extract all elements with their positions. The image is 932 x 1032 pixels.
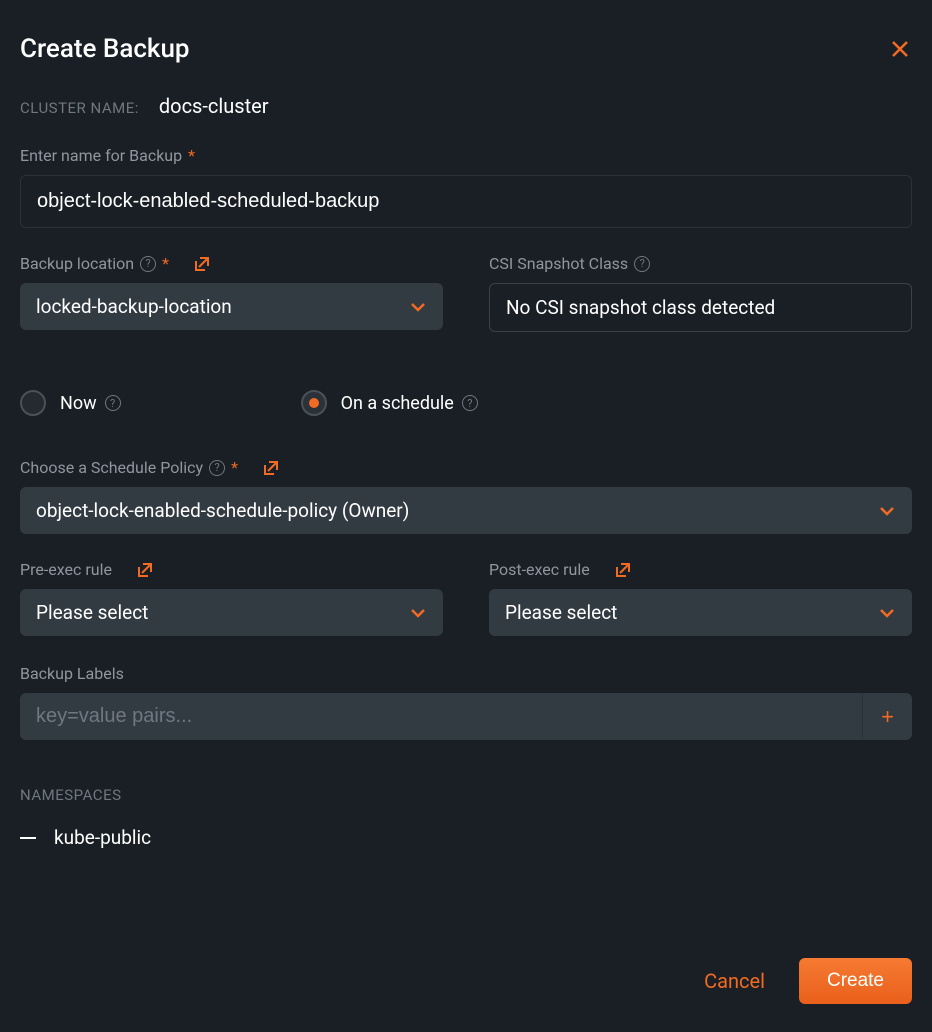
backup-name-input[interactable] — [20, 175, 912, 228]
close-icon — [891, 40, 909, 58]
external-link-icon[interactable] — [193, 255, 211, 273]
help-icon[interactable]: ? — [209, 460, 225, 476]
minus-icon — [20, 837, 36, 839]
csi-snapshot-select[interactable]: No CSI snapshot class detected — [489, 283, 912, 332]
chevron-down-icon — [878, 502, 896, 520]
pre-exec-field: Pre-exec rule Please select — [20, 560, 443, 636]
backup-location-field: Backup location ?* locked-backup-locatio… — [20, 254, 443, 332]
schedule-policy-field: Choose a Schedule Policy ?* object-lock-… — [20, 458, 912, 534]
external-link-icon[interactable] — [614, 561, 632, 579]
backup-labels-field: Backup Labels + — [20, 664, 912, 740]
help-icon[interactable]: ? — [105, 395, 121, 411]
radio-schedule-label: On a schedule — [341, 393, 454, 414]
create-button[interactable]: Create — [799, 958, 912, 1004]
chevron-down-icon — [878, 604, 896, 622]
cluster-name-label: CLUSTER NAME: — [20, 99, 139, 117]
schedule-mode-group: Now ? On a schedule ? — [20, 390, 912, 416]
radio-icon — [20, 390, 46, 416]
backup-name-field: Enter name for Backup* — [20, 146, 912, 228]
dialog-footer: Cancel Create — [20, 928, 912, 1004]
post-exec-field: Post-exec rule Please select — [489, 560, 912, 636]
create-backup-dialog: Create Backup CLUSTER NAME: docs-cluster… — [0, 0, 932, 1032]
cluster-name-value: docs-cluster — [159, 94, 269, 118]
backup-location-select[interactable]: locked-backup-location — [20, 283, 443, 330]
radio-now[interactable]: Now ? — [20, 390, 121, 416]
backup-location-value: locked-backup-location — [36, 295, 232, 318]
required-mark: * — [188, 146, 195, 165]
post-exec-select[interactable]: Please select — [489, 589, 912, 636]
namespace-item[interactable]: kube-public — [20, 826, 912, 849]
external-link-icon[interactable] — [262, 459, 280, 477]
pre-exec-select[interactable]: Please select — [20, 589, 443, 636]
namespace-name: kube-public — [54, 826, 151, 849]
radio-icon — [301, 390, 327, 416]
external-link-icon[interactable] — [136, 561, 154, 579]
pre-exec-label: Pre-exec rule — [20, 560, 443, 579]
post-exec-label: Post-exec rule — [489, 560, 912, 579]
backup-name-label: Enter name for Backup* — [20, 146, 912, 165]
schedule-policy-value: object-lock-enabled-schedule-policy (Own… — [36, 499, 409, 522]
backup-labels-input[interactable] — [20, 693, 862, 740]
namespaces-heading: NAMESPACES — [20, 786, 912, 804]
radio-on-schedule[interactable]: On a schedule ? — [301, 390, 478, 416]
plus-icon: + — [881, 704, 894, 730]
add-label-button[interactable]: + — [862, 693, 912, 740]
backup-labels-label: Backup Labels — [20, 664, 912, 683]
help-icon[interactable]: ? — [140, 256, 156, 272]
post-exec-value: Please select — [505, 601, 617, 624]
csi-snapshot-label: CSI Snapshot Class ? — [489, 254, 912, 273]
dialog-title: Create Backup — [20, 34, 190, 64]
chevron-down-icon — [409, 298, 427, 316]
pre-exec-value: Please select — [36, 601, 148, 624]
schedule-policy-label: Choose a Schedule Policy ?* — [20, 458, 912, 477]
cluster-name-row: CLUSTER NAME: docs-cluster — [20, 94, 912, 118]
close-button[interactable] — [888, 37, 912, 61]
schedule-policy-select[interactable]: object-lock-enabled-schedule-policy (Own… — [20, 487, 912, 534]
csi-snapshot-field: CSI Snapshot Class ? No CSI snapshot cla… — [489, 254, 912, 332]
required-mark: * — [162, 254, 169, 273]
backup-location-label: Backup location ?* — [20, 254, 443, 273]
help-icon[interactable]: ? — [634, 256, 650, 272]
radio-now-label: Now — [60, 393, 97, 414]
csi-snapshot-value: No CSI snapshot class detected — [506, 296, 775, 319]
required-mark: * — [231, 458, 238, 477]
help-icon[interactable]: ? — [462, 395, 478, 411]
cancel-button[interactable]: Cancel — [704, 969, 765, 993]
chevron-down-icon — [409, 604, 427, 622]
dialog-header: Create Backup — [20, 34, 912, 64]
